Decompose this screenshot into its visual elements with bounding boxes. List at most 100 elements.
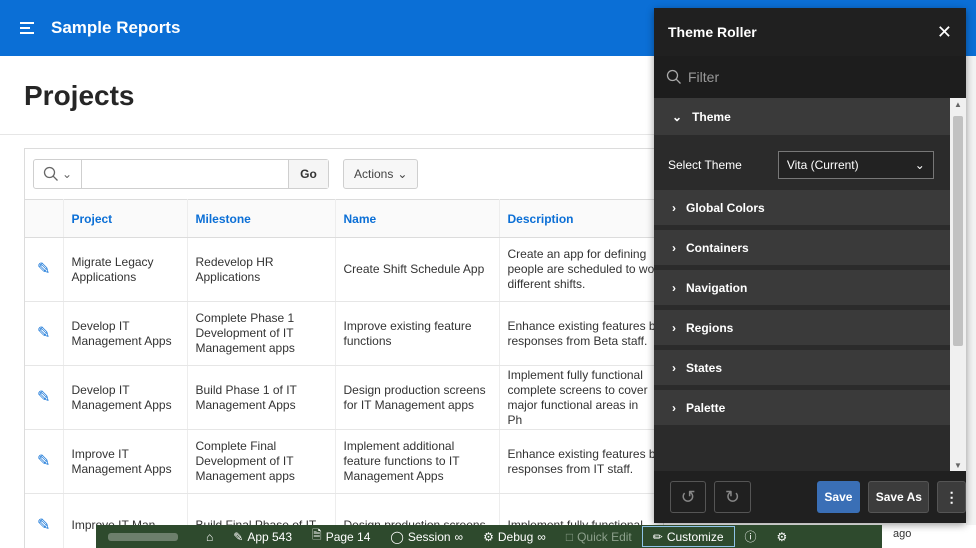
search-icon (43, 166, 58, 181)
select-theme-row: Select Theme Vita (Current) ⌄ (654, 140, 950, 190)
edit-column-header (25, 199, 64, 238)
edit-icon[interactable]: ✎ (25, 429, 64, 494)
scroll-up-icon[interactable]: ▲ (953, 100, 963, 109)
edit-icon[interactable]: ✎ (25, 365, 64, 430)
section-label: Palette (686, 400, 726, 415)
table-row: ✎ Migrate Legacy Applications Redevelop … (25, 237, 663, 302)
chevron-right-icon: › (672, 240, 676, 255)
search-column-button[interactable]: ⌄ (34, 160, 82, 188)
quick-edit-label: Quick Edit (577, 529, 632, 544)
link-icon: ∞ (537, 529, 546, 544)
theme-roller-filter[interactable]: Filter (654, 56, 966, 98)
customize-button[interactable]: ✏ Customize (641, 526, 735, 547)
edit-icon[interactable]: ✎ (25, 237, 64, 302)
bug-icon: ⚙ (483, 529, 494, 544)
home-button[interactable]: ⌂ (196, 525, 223, 548)
section-navigation[interactable]: › Navigation (654, 270, 950, 310)
table-row: ✎ Develop IT Management Apps Build Phase… (25, 365, 663, 430)
brush-icon: ✏ (652, 529, 663, 544)
more-options-button[interactable]: ⋮ (937, 481, 966, 513)
actions-button[interactable]: Actions ⌄ (343, 159, 419, 189)
link-icon: ∞ (454, 529, 464, 544)
section-label: Containers (686, 240, 749, 255)
section-states[interactable]: › States (654, 350, 950, 390)
chevron-down-icon: ⌄ (672, 109, 683, 124)
quick-edit-button[interactable]: □ Quick Edit (556, 525, 642, 548)
info-button[interactable]: ⓘ (735, 525, 767, 548)
save-button[interactable]: Save (816, 481, 861, 513)
column-header-name[interactable]: Name (335, 199, 500, 238)
table-row: ✎ Improve IT Management Apps Complete Fi… (25, 429, 663, 494)
theme-roller-scrollbar[interactable]: ▲ ▼ (950, 98, 966, 472)
kebab-icon: ⋮ (944, 488, 959, 505)
select-theme-label: Select Theme (668, 158, 742, 172)
page-icon: 🗎 (312, 528, 322, 542)
scroll-down-icon[interactable]: ▼ (953, 461, 963, 470)
chevron-down-icon: ⌄ (61, 167, 73, 181)
chevron-right-icon: › (672, 320, 676, 335)
section-label: Regions (686, 320, 734, 335)
edit-icon: ✎ (233, 529, 244, 544)
select-theme-dropdown[interactable]: Vita (Current) ⌄ (777, 151, 934, 179)
cell-project: Develop IT Management Apps (63, 365, 188, 430)
app-title[interactable]: Sample Reports (51, 18, 180, 38)
column-header-project[interactable]: Project (63, 199, 188, 238)
session-button[interactable]: ◯ Session ∞ (380, 525, 473, 548)
scroll-thumb[interactable] (953, 116, 963, 346)
redo-button[interactable]: ↻ (714, 481, 751, 513)
go-button[interactable]: Go (288, 160, 328, 188)
section-theme[interactable]: ⌄ Theme (654, 98, 950, 140)
edit-icon[interactable]: ✎ (25, 493, 64, 548)
cell-milestone: Build Phase 1 of IT Management Apps (187, 365, 336, 430)
cell-name: Design production screens for IT Managem… (335, 365, 500, 430)
cell-description: Enhance existing features b responses fr… (499, 429, 663, 494)
undo-icon: ↺ (680, 486, 696, 507)
filter-input[interactable]: Filter (688, 69, 719, 85)
interactive-report: ⌄ Go Actions ⌄ Project Milestone Name De… (24, 148, 664, 548)
edit-icon[interactable]: ✎ (25, 301, 64, 366)
page-button[interactable]: 🗎 Page 14 (302, 525, 380, 548)
theme-roller-body: ⌄ Theme Select Theme Vita (Current) ⌄ › G… (654, 98, 950, 472)
undo-button[interactable]: ↺ (670, 481, 707, 513)
column-header-milestone[interactable]: Milestone (187, 199, 336, 238)
cell-project: Migrate Legacy Applications (63, 237, 188, 302)
session-label: Session (407, 529, 451, 544)
section-label: States (686, 360, 723, 375)
hamburger-icon[interactable] (20, 22, 34, 34)
search-bar: ⌄ Go (33, 159, 329, 189)
chevron-right-icon: › (672, 280, 676, 295)
section-palette[interactable]: › Palette (654, 390, 950, 430)
app-label: App 543 (247, 529, 293, 544)
section-containers[interactable]: › Containers (654, 230, 950, 270)
redacted-workspace (108, 532, 178, 541)
cell-name: Implement additional feature functions t… (335, 429, 500, 494)
cell-description: Create an app for defining people are sc… (499, 237, 663, 302)
cell-milestone: Complete Phase 1 Development of IT Manag… (187, 301, 336, 366)
cell-milestone: Redevelop HR Applications (187, 237, 336, 302)
save-as-button[interactable]: Save As (868, 481, 930, 513)
page-label: Page 14 (325, 529, 371, 544)
theme-roller-title: Theme Roller (668, 24, 757, 40)
close-icon[interactable]: ✕ (937, 22, 952, 43)
search-input[interactable] (82, 160, 288, 188)
column-header-description[interactable]: Description (499, 199, 663, 238)
theme-roller-footer: ↺ ↻ Save Save As ⋮ (654, 471, 966, 523)
redo-icon: ↻ (724, 486, 740, 507)
chevron-down-icon: ⌄ (914, 158, 925, 172)
settings-button[interactable]: ⚙ (767, 525, 798, 548)
ago-text: ago (893, 528, 912, 540)
cell-description: Enhance existing features b responses fr… (499, 301, 663, 366)
debug-button[interactable]: ⚙ Debug ∞ (473, 525, 556, 548)
theme-roller-panel: Theme Roller ✕ Filter ⌄ Theme Select The… (654, 8, 966, 523)
section-theme-label: Theme (692, 109, 731, 124)
section-global-colors[interactable]: › Global Colors (654, 190, 950, 230)
gear-icon: ⚙ (776, 529, 788, 544)
cell-project: Develop IT Management Apps (63, 301, 188, 366)
customize-label: Customize (666, 529, 724, 544)
info-icon: ⓘ (744, 530, 757, 544)
page-scrollbar[interactable] (966, 56, 976, 525)
developer-toolbar: ⌂ ✎ App 543 🗎 Page 14 ◯ Session ∞ ⚙ Debug ∞ □ Q… (96, 525, 882, 548)
app-button[interactable]: ✎ App 543 (223, 525, 302, 548)
session-icon: ◯ (390, 529, 404, 544)
section-regions[interactable]: › Regions (654, 310, 950, 350)
